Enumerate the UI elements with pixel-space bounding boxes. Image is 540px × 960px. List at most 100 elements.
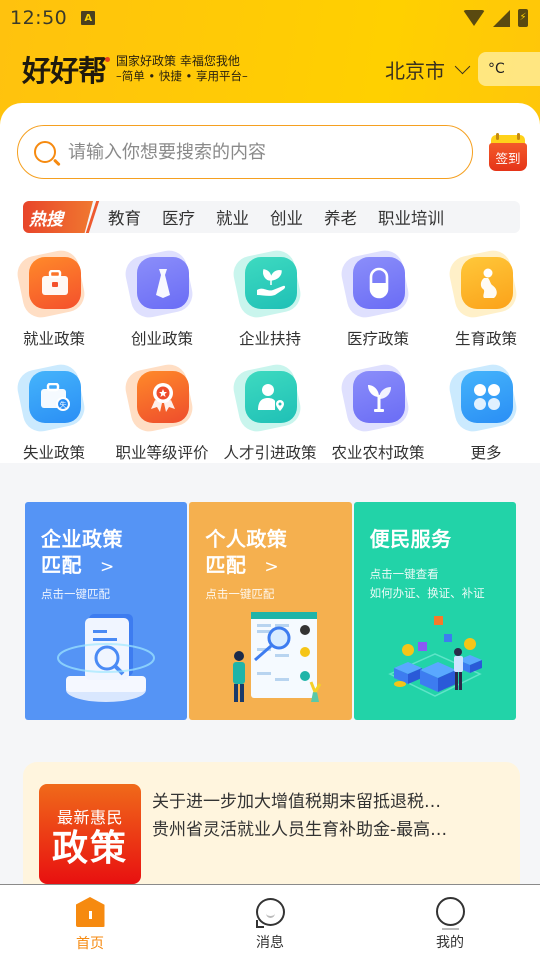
status-bar: 12:50 A ⚡: [0, 0, 540, 36]
top-bar: 好好帮 国家好政策 幸福您我他 –简单 • 快捷 • 享用平台– 北京市 °C: [0, 46, 540, 92]
tie-icon: [122, 247, 196, 321]
chevron-down-icon: [454, 58, 471, 74]
feature-subtitle: 点击一键匹配: [205, 587, 275, 601]
convenience-service-card[interactable]: 便民服务 点击一键查看 如何办证、换证、补证: [353, 502, 516, 720]
badge-line-1: 最新惠民: [56, 808, 123, 827]
wifi-icon: [463, 10, 485, 26]
category-agriculture[interactable]: 农业农村政策: [324, 361, 432, 481]
home-icon: [75, 897, 105, 927]
weather-badge[interactable]: °C: [478, 52, 540, 86]
latest-policy-badge: 最新惠民 政策: [39, 784, 141, 884]
hot-tag[interactable]: 教育: [108, 205, 141, 229]
award-medal-icon: [122, 361, 196, 435]
category-talent-introduction[interactable]: 人才引进政策: [216, 361, 324, 481]
category-label: 医疗政策: [346, 330, 409, 348]
person-location-icon: [230, 361, 304, 435]
tab-label: 首页: [76, 936, 104, 952]
news-item[interactable]: 关于进一步加大增值税期末留抵退税…: [152, 788, 447, 816]
pill-icon: [338, 247, 412, 321]
city-selector[interactable]: 北京市: [385, 55, 478, 84]
hand-sprout-icon: [230, 247, 304, 321]
notification-a-icon: A: [81, 11, 96, 25]
category-label: 农业农村政策: [331, 444, 425, 462]
category-label: 就业政策: [22, 330, 85, 348]
category-label: 失业政策: [22, 444, 85, 462]
briefcase-badge-icon: 失: [14, 361, 88, 435]
badge-line-2: 政策: [51, 828, 128, 869]
category-vocational-rating[interactable]: 职业等级评价: [108, 361, 216, 481]
category-more[interactable]: 更多: [432, 361, 540, 481]
search-input[interactable]: [68, 141, 448, 163]
service-illustration: [388, 616, 482, 697]
slogan-line-2: –简单 • 快捷 • 享用平台–: [116, 69, 248, 83]
enterprise-policy-match-card[interactable]: 企业政策 匹配 > 点击一键匹配: [25, 502, 188, 720]
feature-cards: 企业政策 匹配 > 点击一键匹配 个人政策 匹配 > 点击一键匹配 便民服务 点…: [25, 502, 516, 720]
category-enterprise-support[interactable]: 企业扶持: [216, 247, 324, 367]
feature-title: 便民服务: [369, 527, 452, 551]
briefcase-icon: [14, 247, 88, 321]
category-maternity[interactable]: 生育政策: [432, 247, 540, 367]
news-list: 关于进一步加大增值税期末留抵退税… 贵州省灵活就业人员生育补助金-最高…: [152, 788, 447, 844]
slogan: 国家好政策 幸福您我他 –简单 • 快捷 • 享用平台–: [116, 54, 248, 84]
tab-messages[interactable]: 消息: [180, 885, 360, 960]
sign-in-label: 签到: [489, 143, 527, 171]
logo-dot-icon: [105, 57, 111, 62]
feature-subtitle: 点击一键匹配: [41, 587, 110, 601]
category-label: 生育政策: [454, 330, 517, 348]
hot-search-badge: 热搜: [23, 201, 93, 233]
hot-tag[interactable]: 就业: [216, 205, 249, 229]
category-row: 失 失业政策 职业等级评价 人才引进政策 农业农村政策 更多: [0, 361, 540, 481]
chevron-right-icon: >: [100, 557, 115, 577]
calendar-ring-icon: [517, 133, 520, 140]
bottom-tab-bar: 首页 消息 我的: [0, 884, 540, 960]
signal-icon: [493, 9, 510, 27]
tab-label: 我的: [436, 935, 464, 951]
calendar-ring-icon: [496, 133, 499, 140]
temperature-unit: °C: [488, 61, 505, 77]
feature-title-2: 匹配: [205, 553, 247, 577]
app-logo-text: 好好帮: [22, 54, 107, 88]
search-bar[interactable]: [17, 125, 473, 179]
news-item[interactable]: 贵州省灵活就业人员生育补助金-最高…: [152, 816, 447, 844]
document-search-illustration: [57, 614, 156, 702]
hot-tag[interactable]: 职业培训: [378, 205, 444, 229]
feature-title: 个人政策: [205, 527, 288, 551]
category-label: 创业政策: [130, 330, 193, 348]
svg-text:失: 失: [60, 400, 67, 409]
latest-policy-panel: 最新惠民 政策 关于进一步加大增值税期末留抵退税… 贵州省灵活就业人员生育补助金…: [23, 762, 520, 902]
category-startup[interactable]: 创业政策: [108, 247, 216, 367]
app-logo: 好好帮: [22, 48, 111, 90]
feature-title-2: 匹配: [41, 553, 82, 577]
slogan-line-1: 国家好政策 幸福您我他: [116, 54, 240, 68]
hot-tag[interactable]: 医疗: [162, 205, 195, 229]
pregnant-woman-icon: [446, 247, 520, 321]
search-icon: [34, 141, 56, 163]
resume-search-illustration: [233, 612, 322, 702]
category-row: 就业政策 创业政策 企业扶持 医疗政策 生育政策: [0, 247, 540, 367]
category-unemployment[interactable]: 失 失业政策: [0, 361, 108, 481]
sprout-icon: [338, 361, 412, 435]
category-label: 职业等级评价: [115, 444, 209, 462]
personal-policy-match-card[interactable]: 个人政策 匹配 > 点击一键匹配: [189, 502, 352, 720]
feature-subtitle: 点击一键查看: [369, 567, 439, 581]
profile-icon: [435, 897, 465, 930]
category-label: 人才引进政策: [223, 444, 317, 462]
status-time: 12:50: [10, 7, 68, 29]
category-employment[interactable]: 就业政策: [0, 247, 108, 367]
category-label: 更多: [470, 444, 502, 462]
hot-tag[interactable]: 养老: [324, 205, 357, 229]
more-grid-icon: [446, 361, 520, 435]
category-medical[interactable]: 医疗政策: [324, 247, 432, 367]
tab-profile[interactable]: 我的: [360, 885, 540, 960]
tab-home[interactable]: 首页: [0, 885, 180, 960]
hot-tag[interactable]: 创业: [270, 205, 303, 229]
message-icon: [255, 898, 285, 928]
sign-in-button[interactable]: 签到: [489, 133, 527, 171]
feature-title: 企业政策: [41, 527, 123, 551]
tab-label: 消息: [256, 935, 284, 951]
chevron-right-icon: >: [264, 557, 280, 577]
category-label: 企业扶持: [238, 330, 301, 348]
feature-subtitle-2: 如何办证、换证、补证: [369, 586, 485, 600]
city-name: 北京市: [385, 58, 445, 83]
hot-search-bar: 热搜 教育 医疗 就业 创业 养老 职业培训: [23, 201, 520, 233]
